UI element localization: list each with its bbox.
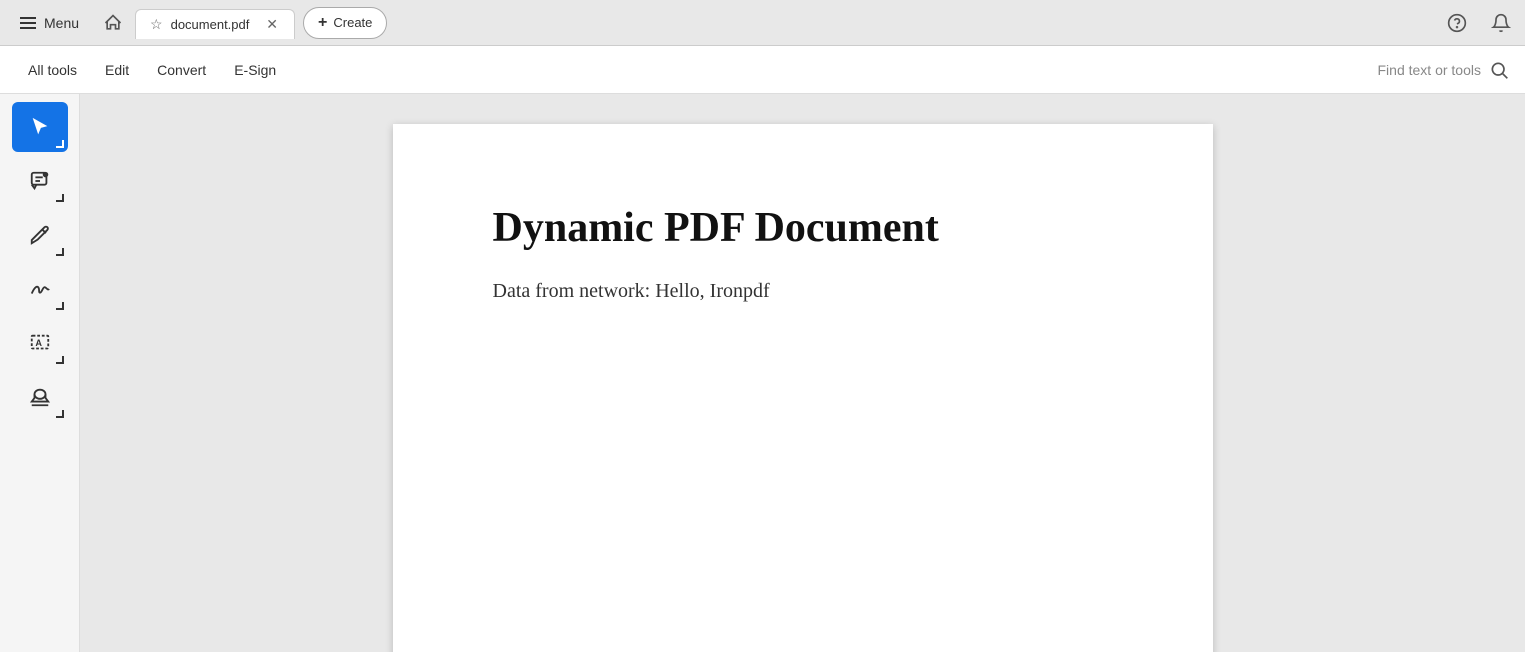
stamp-tool-button[interactable] [12,372,68,422]
title-bar-right [1441,7,1517,39]
tab-title: document.pdf [171,17,257,32]
tool-corner-indicator [56,194,64,202]
select-tool-button[interactable] [12,102,68,152]
home-button[interactable] [95,5,131,41]
star-icon: ☆ [150,16,163,33]
comment-tool-button[interactable]: + [12,156,68,206]
tools-sidebar: + A [0,94,80,652]
pdf-page: Dynamic PDF Document Data from network: … [393,124,1213,652]
all-tools-button[interactable]: All tools [16,56,89,84]
tab-close-button[interactable]: ✕ [264,16,280,33]
hamburger-icon [20,17,36,29]
svg-text:A: A [35,338,42,348]
pdf-body: Data from network: Hello, Ironpdf [493,280,1113,303]
convert-label: Convert [157,62,206,78]
create-label: Create [333,15,372,30]
tool-corner-indicator [56,356,64,364]
annotate-tool-button[interactable] [12,210,68,260]
document-tab[interactable]: ☆ document.pdf ✕ [135,9,295,39]
convert-button[interactable]: Convert [145,56,218,84]
comment-icon: + [29,170,51,192]
toolbar-right: Find text or tools [1378,60,1510,80]
edit-button[interactable]: Edit [93,56,141,84]
notification-button[interactable] [1485,7,1517,39]
bell-icon [1491,13,1511,33]
text-select-tool-button[interactable]: A [12,318,68,368]
edit-label: Edit [105,62,129,78]
menu-label: Menu [44,15,79,31]
tool-corner-indicator [56,140,64,148]
help-icon [1447,13,1467,33]
select-icon [29,116,51,138]
toolbar: All tools Edit Convert E-Sign Find text … [0,46,1525,94]
search-area[interactable]: Find text or tools [1378,60,1510,80]
tool-corner-indicator [56,410,64,418]
stamp-icon [29,386,51,408]
annotate-icon [29,224,51,246]
signature-icon [29,278,51,300]
svg-text:+: + [44,172,47,177]
tool-corner-indicator [56,302,64,310]
esign-button[interactable]: E-Sign [222,56,288,84]
pdf-title: Dynamic PDF Document [493,204,1113,252]
plus-icon: + [318,14,327,32]
create-button[interactable]: + Create [303,7,387,39]
help-button[interactable] [1441,7,1473,39]
text-select-icon: A [29,332,51,354]
document-area: Dynamic PDF Document Data from network: … [80,94,1525,652]
tool-corner-indicator [56,248,64,256]
menu-button[interactable]: Menu [8,9,91,37]
esign-label: E-Sign [234,62,276,78]
search-placeholder: Find text or tools [1378,62,1482,78]
signature-tool-button[interactable] [12,264,68,314]
search-icon [1489,60,1509,80]
title-bar: Menu ☆ document.pdf ✕ + Create [0,0,1525,46]
main-area: + A [0,94,1525,652]
all-tools-label: All tools [28,62,77,78]
home-icon [103,13,123,33]
